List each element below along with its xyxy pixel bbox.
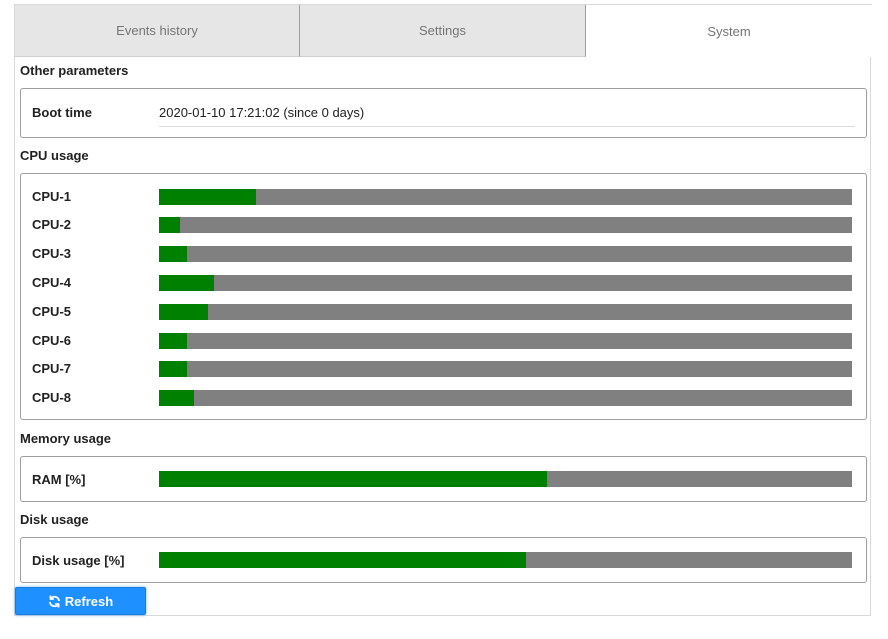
cpu-bar (159, 390, 852, 406)
cpu-row-label: CPU-2 (32, 217, 72, 232)
cpu-bar (159, 275, 852, 291)
cpu-row-label: CPU-1 (32, 189, 72, 204)
cpu-bar-fill (159, 189, 257, 205)
boot-time-divider (159, 126, 855, 127)
boot-time-value: 2020-01-10 17:21:02 (since 0 days) (159, 105, 365, 120)
cpu-row-label: CPU-6 (32, 333, 72, 348)
system-panel: Events history Settings System Other par… (14, 4, 872, 616)
ram-bar (159, 471, 852, 487)
cpu-bar-fill (159, 275, 215, 291)
disk-usage-box: Disk usage [%] (20, 537, 867, 583)
cpu-bar-fill (159, 390, 194, 406)
cpu-usage-heading: CPU usage (20, 148, 89, 163)
disk-bar (159, 552, 852, 568)
tab-events-history[interactable]: Events history (15, 5, 300, 57)
cpu-row-label: CPU-5 (32, 304, 72, 319)
cpu-usage-box: CPU-1 CPU-2 CPU-3 CPU-4 CPU-5 CPU-6 CPU-… (20, 173, 867, 420)
boot-time-label: Boot time (32, 105, 92, 120)
memory-usage-heading: Memory usage (20, 431, 112, 446)
other-parameters-heading: Other parameters (20, 63, 129, 78)
disk-usage-label: Disk usage [%] (32, 553, 125, 568)
cpu-bar-fill (159, 304, 208, 320)
other-parameters-box: Boot time 2020-01-10 17:21:02 (since 0 d… (20, 88, 867, 138)
cpu-row-label: CPU-4 (32, 275, 72, 290)
refresh-button-label: Refresh (64, 593, 114, 609)
ram-label: RAM [%] (32, 472, 86, 487)
cpu-bar-fill (159, 361, 187, 377)
cpu-row-label: CPU-3 (32, 246, 72, 261)
cpu-bar (159, 217, 852, 233)
tab-settings[interactable]: Settings (300, 5, 586, 57)
cpu-row-label: CPU-8 (32, 390, 72, 405)
cpu-row-label: CPU-7 (32, 361, 72, 376)
memory-usage-box: RAM [%] (20, 456, 867, 502)
refresh-icon (48, 594, 61, 608)
tab-system[interactable]: System (586, 5, 872, 57)
cpu-bar-fill (159, 333, 187, 349)
cpu-bar (159, 189, 852, 205)
cpu-bar-fill (159, 217, 180, 233)
disk-bar-fill (159, 552, 527, 568)
cpu-bar (159, 304, 852, 320)
cpu-bar-fill (159, 246, 187, 262)
tab-bar: Events history Settings System (15, 4, 872, 57)
cpu-bar (159, 333, 852, 349)
ram-bar-fill (159, 471, 548, 487)
cpu-bar (159, 246, 852, 262)
cpu-bar (159, 361, 852, 377)
refresh-button[interactable]: Refresh (15, 587, 146, 615)
disk-usage-heading: Disk usage (20, 512, 89, 527)
